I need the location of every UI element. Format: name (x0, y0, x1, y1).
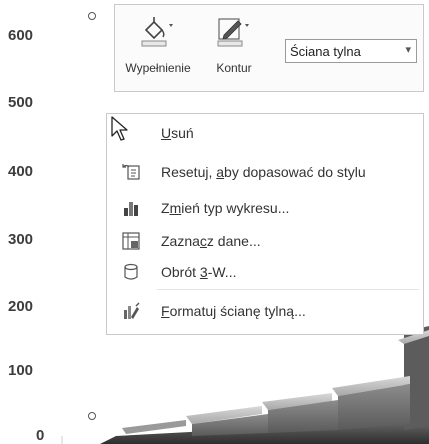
menu-item-select-data[interactable]: Zaznacz dane... (107, 226, 423, 256)
menu-separator (157, 289, 419, 290)
chevron-down-icon: ▾ (405, 44, 411, 56)
format-wall-icon (122, 302, 140, 320)
y-tick-300: 300 (8, 231, 34, 248)
selection-handle-top-left[interactable] (88, 12, 96, 20)
y-tick-400: 400 (8, 163, 34, 180)
paint-bucket-icon (121, 13, 195, 47)
context-menu: Usuń Resetuj, aby dopasować do stylu Zmi… (106, 113, 424, 335)
fill-label: Wypełnienie (125, 61, 191, 75)
menu-item-change-chart-type[interactable]: Zmień typ wykresu... (107, 193, 423, 223)
select-data-icon (122, 232, 140, 250)
y-tick-600: 600 (8, 27, 34, 44)
menu-item-format-back-wall[interactable]: Formatuj ścianę tylną... (107, 296, 423, 326)
menu-item-delete[interactable]: Usuń (107, 118, 423, 148)
pen-outline-icon (199, 13, 269, 47)
rotate-3d-icon (122, 263, 140, 281)
y-tick-100: 100 (8, 362, 34, 379)
outline-button[interactable]: Kontur (199, 13, 269, 75)
chart-element-value: Ściana tylna (290, 44, 361, 59)
reset-style-icon (122, 163, 140, 181)
y-tick-0: 0 (36, 427, 45, 444)
fill-button[interactable]: Wypełnienie (121, 13, 195, 75)
outline-label: Kontur (216, 61, 252, 75)
bar-chart-icon (122, 199, 140, 217)
y-tick-500: 500 (8, 94, 34, 111)
y-tick-200: 200 (8, 298, 34, 315)
menu-item-reset-style[interactable]: Resetuj, aby dopasować do stylu (107, 157, 423, 187)
format-mini-toolbar: Wypełnienie Kontur Ściana tylna ▾ (114, 4, 424, 92)
mouse-pointer-icon (111, 116, 129, 147)
menu-item-3d-rotation[interactable]: Obrót 3-W... (107, 257, 423, 287)
selection-handle-bottom-left[interactable] (88, 412, 96, 420)
chart-element-dropdown[interactable]: Ściana tylna ▾ (285, 39, 417, 63)
bar-0-top (122, 420, 186, 434)
